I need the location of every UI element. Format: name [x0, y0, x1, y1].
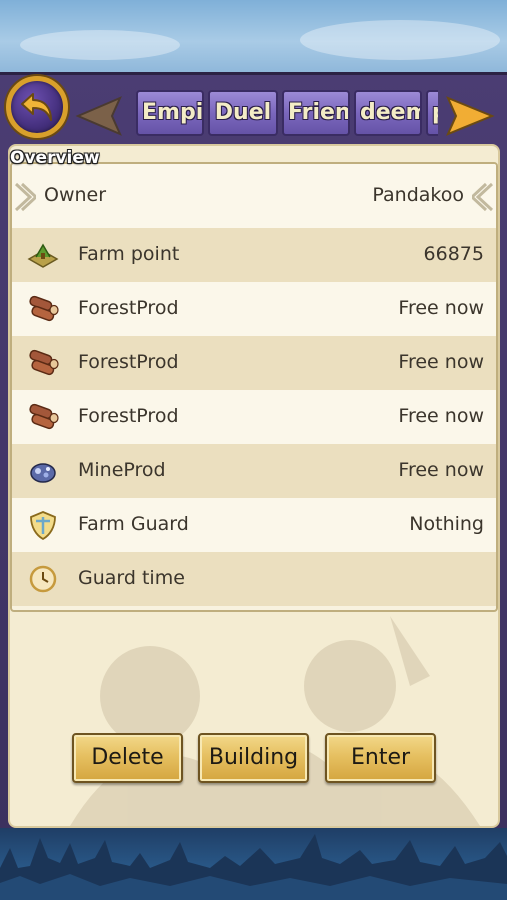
tab-next[interactable]: p — [426, 90, 438, 136]
list-item-label: ForestProd — [78, 351, 179, 373]
list-item-forest-prod: ForestProd Free now — [12, 282, 496, 336]
list-item-label: Guard time — [78, 567, 185, 589]
farm-icon — [27, 243, 59, 268]
delete-button[interactable]: Delete — [72, 733, 183, 783]
enter-button[interactable]: Enter — [325, 733, 436, 783]
list-item-forest-prod: ForestProd Free now — [12, 336, 496, 390]
back-button[interactable] — [6, 76, 68, 138]
list-item-value: Nothing — [409, 513, 484, 535]
chevron-right-icon[interactable] — [472, 180, 496, 214]
clock-icon — [29, 565, 57, 593]
building-button[interactable]: Building — [198, 733, 309, 783]
ore-icon — [30, 463, 56, 483]
heroes-background-art — [70, 616, 480, 826]
city-skyline-background — [0, 828, 507, 900]
owner-name: Pandakoo — [372, 184, 464, 206]
list-item-forest-prod: ForestProd Free now — [12, 390, 496, 444]
owner-row: Owner Pandakoo — [12, 164, 496, 228]
farm-info-list: Owner Pandakoo Farm point 66875 ForestPr… — [10, 162, 498, 612]
tab-scroll-left-icon[interactable] — [72, 94, 122, 138]
list-item-value: 66875 — [423, 243, 484, 265]
list-item-farm-guard: Farm Guard Nothing — [12, 498, 496, 552]
tab-redeem[interactable]: deem — [354, 90, 422, 136]
shield-icon — [30, 511, 56, 541]
category-tabs: Empire Duel Friend deem p — [136, 90, 438, 140]
tab-friend[interactable]: Friend — [282, 90, 350, 136]
owner-label: Owner — [44, 184, 107, 206]
sky-background — [0, 0, 507, 75]
list-item-guard-time: Guard time — [12, 552, 496, 606]
log-icon — [29, 295, 59, 322]
tab-scroll-right-icon[interactable] — [446, 94, 496, 138]
list-item-label: Farm point — [78, 243, 180, 265]
list-item-label: ForestProd — [78, 405, 179, 427]
tab-duel[interactable]: Duel — [208, 90, 278, 136]
list-item-mine-prod: MineProd Free now — [12, 444, 496, 498]
overview-title: Overview — [10, 148, 100, 168]
chevron-left-icon[interactable] — [12, 180, 36, 214]
list-item-label: MineProd — [78, 459, 166, 481]
list-item-label: ForestProd — [78, 297, 179, 319]
list-item-value: Free now — [398, 405, 484, 427]
log-icon — [29, 403, 59, 430]
list-item-label: Farm Guard — [78, 513, 189, 535]
back-arrow-icon — [21, 93, 52, 121]
log-icon — [29, 349, 59, 376]
list-item-value: Free now — [398, 297, 484, 319]
list-item-farm-point: Farm point 66875 — [12, 228, 496, 282]
list-item-value: Free now — [398, 459, 484, 481]
list-item-value: Free now — [398, 351, 484, 373]
tab-empire[interactable]: Empire — [136, 90, 204, 136]
